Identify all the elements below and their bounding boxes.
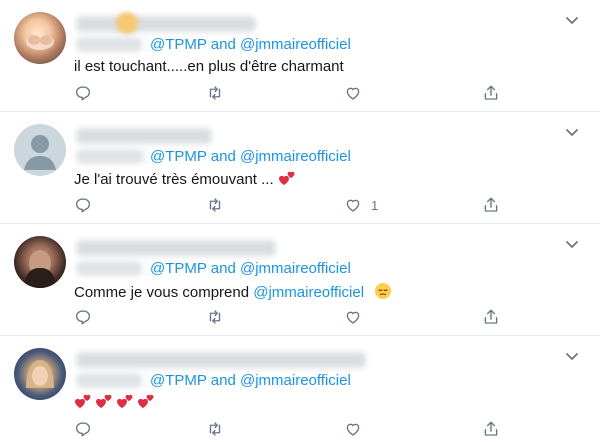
pensive-face-emoji [375, 283, 392, 299]
tweet-text [74, 392, 156, 414]
retweet-icon [209, 198, 221, 212]
tweet-actions: 1 [74, 196, 514, 218]
mention-link[interactable]: @jmmaireofficiel [253, 284, 364, 301]
retweet-icon [209, 310, 221, 324]
mention-link[interactable]: @jmmaireofficiel [240, 372, 351, 389]
retweet-button[interactable] [206, 420, 224, 438]
mention-link[interactable]: @TPMP [150, 372, 207, 389]
reply-icon [75, 310, 91, 325]
like-icon [346, 423, 360, 436]
blurred-emoji [116, 12, 138, 34]
avatar[interactable] [14, 348, 66, 400]
reply-button[interactable] [74, 196, 92, 214]
like-icon [346, 199, 360, 212]
blurred-handle [76, 373, 142, 388]
tweet[interactable]: @TPMP and @jmmaireofficiel il est toucha… [0, 0, 600, 112]
avatar-image [26, 34, 54, 50]
tweet-actions [74, 308, 514, 330]
tweet-actions [74, 84, 514, 106]
blurred-display-name [76, 128, 212, 144]
tweet-text-content: Comme je vous comprend [74, 284, 250, 301]
blurred-display-name [76, 16, 256, 32]
share-button[interactable] [482, 308, 500, 326]
tweet-actions [74, 420, 514, 442]
tweet[interactable]: @TPMP and @jmmaireofficiel [0, 336, 600, 442]
like-icon [346, 87, 360, 100]
like-button[interactable] [344, 420, 371, 438]
avatar[interactable] [14, 12, 66, 64]
replying-to: @TPMP and @jmmaireofficiel [150, 260, 351, 277]
like-icon [346, 311, 360, 324]
default-avatar-icon [24, 135, 56, 170]
replying-and: and [210, 372, 236, 389]
avatar[interactable] [14, 124, 66, 176]
replying-and: and [210, 148, 236, 165]
retweet-icon [209, 86, 221, 100]
share-button[interactable] [482, 84, 500, 102]
retweet-button[interactable] [206, 84, 224, 102]
blurred-handle [76, 261, 142, 276]
replying-to: @TPMP and @jmmaireofficiel [150, 148, 351, 165]
retweet-button[interactable] [206, 308, 224, 326]
avatar-image [26, 360, 54, 388]
mention-link[interactable]: @jmmaireofficiel [240, 36, 351, 53]
chevron-down-icon[interactable] [564, 12, 580, 28]
blurred-display-name [76, 240, 276, 256]
reply-icon [75, 422, 91, 437]
tweet-text: il est touchant.....en plus d'être charm… [74, 58, 344, 75]
avatar-image [24, 250, 56, 288]
reply-button[interactable] [74, 420, 92, 438]
mention-link[interactable]: @TPMP [150, 36, 207, 53]
avatar[interactable] [14, 236, 66, 288]
tweet-text: Je l'ai trouvé très émouvant ... [74, 170, 296, 188]
replying-and: and [210, 260, 236, 277]
replying-and: and [210, 36, 236, 53]
tweet[interactable]: @TPMP and @jmmaireofficiel Je l'ai trouv… [0, 112, 600, 224]
like-count: 1 [371, 197, 379, 213]
tweet[interactable]: @TPMP and @jmmaireofficiel Comme je vous… [0, 224, 600, 336]
blurred-handle [76, 37, 142, 52]
mention-link[interactable]: @TPMP [150, 148, 207, 165]
two-hearts-emoji [278, 171, 295, 185]
share-icon [484, 309, 498, 324]
share-icon [484, 197, 498, 212]
reply-feed: @TPMP and @jmmaireofficiel il est toucha… [0, 0, 600, 442]
mention-link[interactable]: @jmmaireofficiel [240, 148, 351, 165]
reply-icon [75, 198, 91, 213]
two-hearts-emoji-row [75, 394, 154, 408]
like-button[interactable]: 1 [344, 196, 378, 214]
reply-button[interactable] [74, 84, 92, 102]
like-button[interactable] [344, 84, 371, 102]
retweet-icon [209, 422, 221, 436]
retweet-button[interactable] [206, 196, 224, 214]
blurred-display-name [76, 352, 366, 368]
reply-icon [75, 86, 91, 101]
replying-to: @TPMP and @jmmaireofficiel [150, 372, 351, 389]
mention-link[interactable]: @jmmaireofficiel [240, 260, 351, 277]
tweet-text: Comme je vous comprend @jmmaireofficiel [74, 282, 392, 301]
chevron-down-icon[interactable] [564, 124, 580, 140]
share-icon [484, 85, 498, 100]
mention-link[interactable]: @TPMP [150, 260, 207, 277]
share-button[interactable] [482, 196, 500, 214]
blurred-handle [76, 149, 144, 164]
share-icon [484, 421, 498, 436]
reply-button[interactable] [74, 308, 92, 326]
tweet-text-content: Je l'ai trouvé très émouvant ... [74, 171, 274, 188]
like-button[interactable] [344, 308, 371, 326]
share-button[interactable] [482, 420, 500, 438]
chevron-down-icon[interactable] [564, 236, 580, 252]
chevron-down-icon[interactable] [564, 348, 580, 364]
replying-to: @TPMP and @jmmaireofficiel [150, 36, 351, 53]
